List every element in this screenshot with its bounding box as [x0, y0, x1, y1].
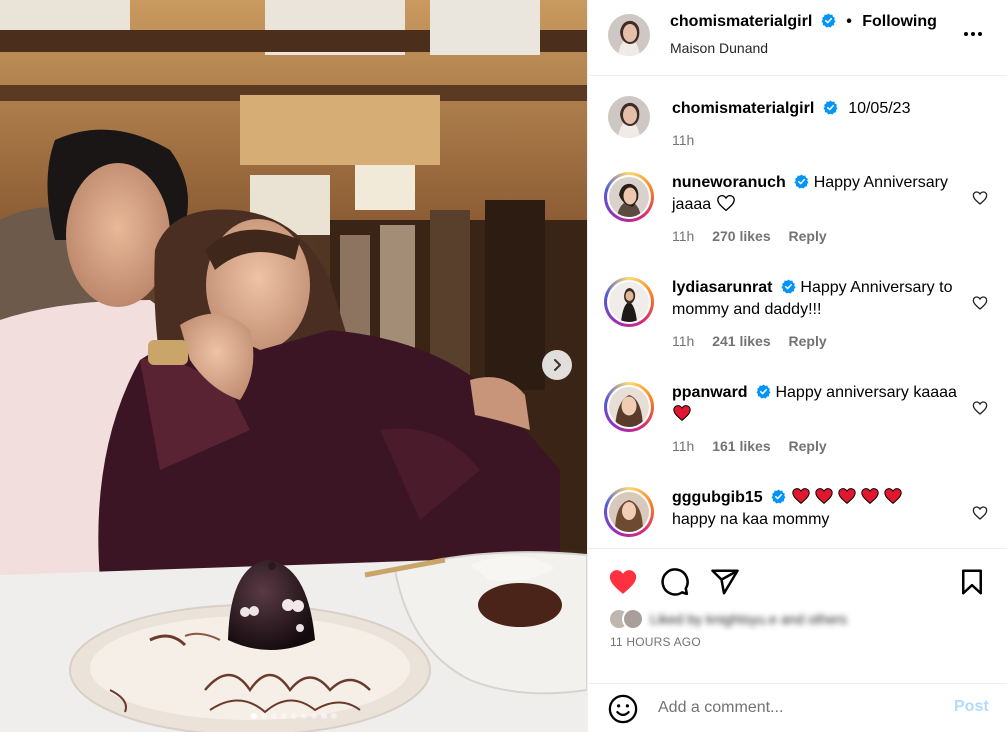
avatar-image [608, 14, 650, 56]
reply-button[interactable]: Reply [789, 438, 827, 454]
likes-text: Liked by knightsyu.e and others [650, 611, 847, 627]
heart-icon[interactable] [608, 567, 638, 597]
carousel-indicator [0, 713, 587, 719]
comment-likes[interactable]: 241 likes [712, 333, 770, 349]
comment-body: gggubgib15 happy na kaa mommy [672, 487, 962, 531]
verified-badge-icon [756, 384, 771, 399]
verified-badge-icon [771, 489, 786, 504]
comment-time[interactable]: 11h [672, 333, 694, 349]
location-link[interactable]: Maison Dunand [670, 40, 768, 56]
share-icon[interactable] [710, 567, 740, 597]
post-timestamp[interactable]: 11 HOURS AGO [610, 635, 701, 649]
comment-avatar[interactable] [604, 487, 654, 537]
avatar-image [609, 282, 649, 322]
chevron-right-icon [554, 359, 561, 371]
comment-time[interactable]: 11h [672, 438, 694, 454]
comment-avatar[interactable] [604, 382, 654, 432]
carousel-next-button[interactable] [542, 350, 572, 380]
carousel-dot [290, 713, 297, 719]
avatar-image [609, 177, 649, 217]
caption-text-row: chomismaterialgirl 10/05/23 [672, 100, 910, 118]
verified-badge-icon [823, 100, 838, 115]
caption-timestamp[interactable]: 11h [672, 132, 694, 148]
carousel-dot [310, 713, 317, 719]
comment-body: nuneworanuch Happy Anniversary jaaaa [672, 172, 962, 216]
comment-body: ppanward Happy anniversary kaaaa [672, 382, 962, 426]
comment-avatar[interactable] [604, 172, 654, 222]
comment-username[interactable]: nuneworanuch [672, 174, 786, 191]
author-avatar[interactable] [608, 14, 650, 56]
header-separator: • [846, 13, 852, 30]
likes-summary[interactable]: Liked by knightsyu.e and others [608, 607, 847, 631]
header-title-row: chomismaterialgirl • Following [670, 13, 937, 31]
comment-item: lydiasarunrat Happy Anniversary to mommy… [588, 277, 1007, 382]
comment-text: Happy anniversary kaaaa [775, 384, 957, 401]
carousel-dot [250, 713, 257, 719]
carousel-dot [300, 713, 307, 719]
comment-heart-icon[interactable] [972, 400, 988, 416]
bookmark-icon[interactable] [957, 567, 987, 597]
comment-item: nuneworanuch Happy Anniversary jaaaa 11h… [588, 172, 1007, 277]
comment-heart-icon[interactable] [972, 295, 988, 311]
reply-button[interactable]: Reply [789, 333, 827, 349]
verified-badge-icon [821, 13, 836, 28]
comment-heart-icon[interactable] [972, 190, 988, 206]
verified-badge-icon [794, 174, 809, 189]
avatar-image [609, 492, 649, 532]
comment-icon[interactable] [660, 567, 690, 597]
comment-heart-icon[interactable] [972, 505, 988, 521]
comment-username[interactable]: gggubgib15 [672, 489, 763, 506]
post-caption: chomismaterialgirl 10/05/23 11h [588, 76, 1007, 156]
white-heart-icon [716, 194, 735, 212]
comment-username[interactable]: ppanward [672, 384, 748, 401]
caption-username[interactable]: chomismaterialgirl [672, 100, 814, 117]
post-photo[interactable] [0, 0, 587, 732]
more-options-icon[interactable] [961, 22, 985, 46]
red-heart-icon [837, 488, 856, 505]
following-button[interactable]: Following [862, 13, 937, 30]
red-heart-icon [883, 488, 902, 505]
comment-meta: 11h 270 likes Reply [672, 228, 841, 244]
emoji-icon[interactable] [608, 694, 638, 724]
carousel-dot [320, 713, 327, 719]
comment-item: gggubgib15 happy na kaa mommy [588, 487, 1007, 548]
post-image [0, 0, 587, 732]
comment-username[interactable]: lydiasarunrat [672, 279, 772, 296]
caption-avatar[interactable] [608, 96, 650, 138]
comment-likes[interactable]: 270 likes [712, 228, 770, 244]
post-header: chomismaterialgirl • Following Maison Du… [588, 0, 1007, 76]
post-detail-panel: chomismaterialgirl • Following Maison Du… [587, 0, 1007, 732]
red-heart-icon [860, 488, 879, 505]
carousel-dot [270, 713, 277, 719]
caption-text: 10/05/23 [848, 100, 911, 117]
comment-meta: 11h 241 likes Reply [672, 333, 841, 349]
comment-time[interactable]: 11h [672, 228, 694, 244]
avatar-image [609, 387, 649, 427]
author-username[interactable]: chomismaterialgirl [670, 13, 812, 30]
comment-input[interactable] [658, 694, 938, 722]
add-comment-bar: Post [588, 683, 1007, 732]
comment-avatar[interactable] [604, 277, 654, 327]
comment-body: lydiasarunrat Happy Anniversary to mommy… [672, 277, 962, 321]
red-heart-icon [791, 488, 810, 505]
post-actions: Liked by knightsyu.e and others 11 HOURS… [588, 548, 1007, 683]
reply-button[interactable]: Reply [789, 228, 827, 244]
carousel-dot [330, 713, 337, 719]
avatar-image [608, 96, 650, 138]
carousel-dot [260, 713, 267, 719]
comment-text: happy na kaa mommy [672, 511, 830, 528]
verified-badge-icon [781, 279, 796, 294]
liker-avatar [622, 608, 644, 630]
red-heart-icon [814, 488, 833, 505]
comment-item: ppanward Happy anniversary kaaaa 11h 161… [588, 382, 1007, 487]
red-heart-icon [673, 405, 691, 422]
post-comment-button[interactable]: Post [954, 698, 989, 716]
carousel-dot [280, 713, 287, 719]
comment-meta: 11h 161 likes Reply [672, 438, 841, 454]
comment-likes[interactable]: 161 likes [712, 438, 770, 454]
